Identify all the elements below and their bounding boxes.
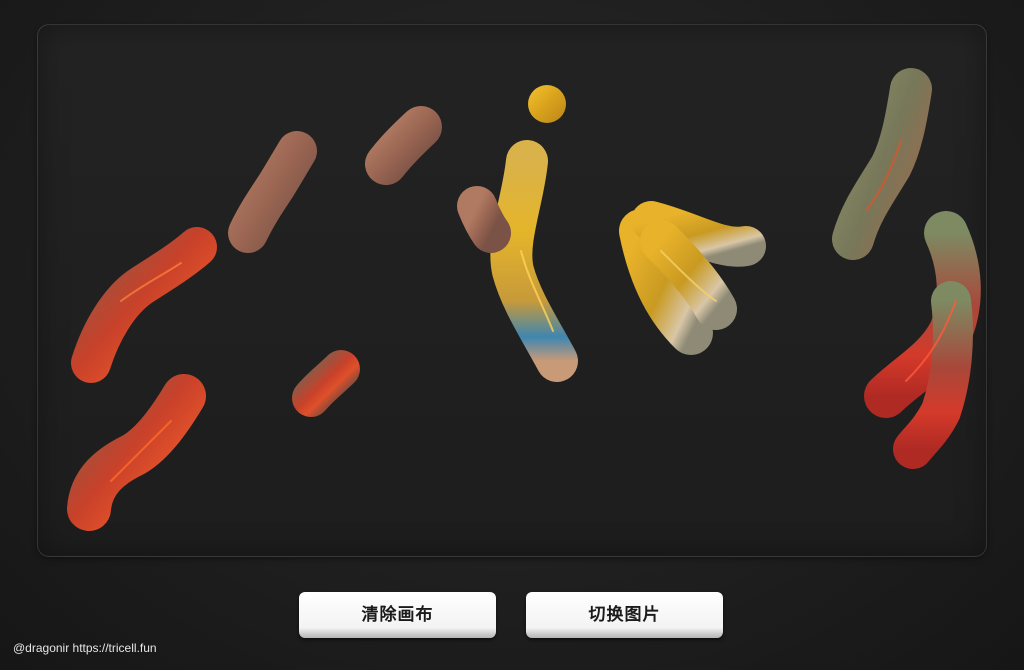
switch-image-button[interactable]: 切换图片 [526,592,723,638]
revealed-strokes [67,68,981,531]
author-credit: @dragonir https://tricell.fun [13,641,157,655]
clear-canvas-button[interactable]: 清除画布 [299,592,496,638]
scratch-canvas[interactable] [37,24,987,557]
